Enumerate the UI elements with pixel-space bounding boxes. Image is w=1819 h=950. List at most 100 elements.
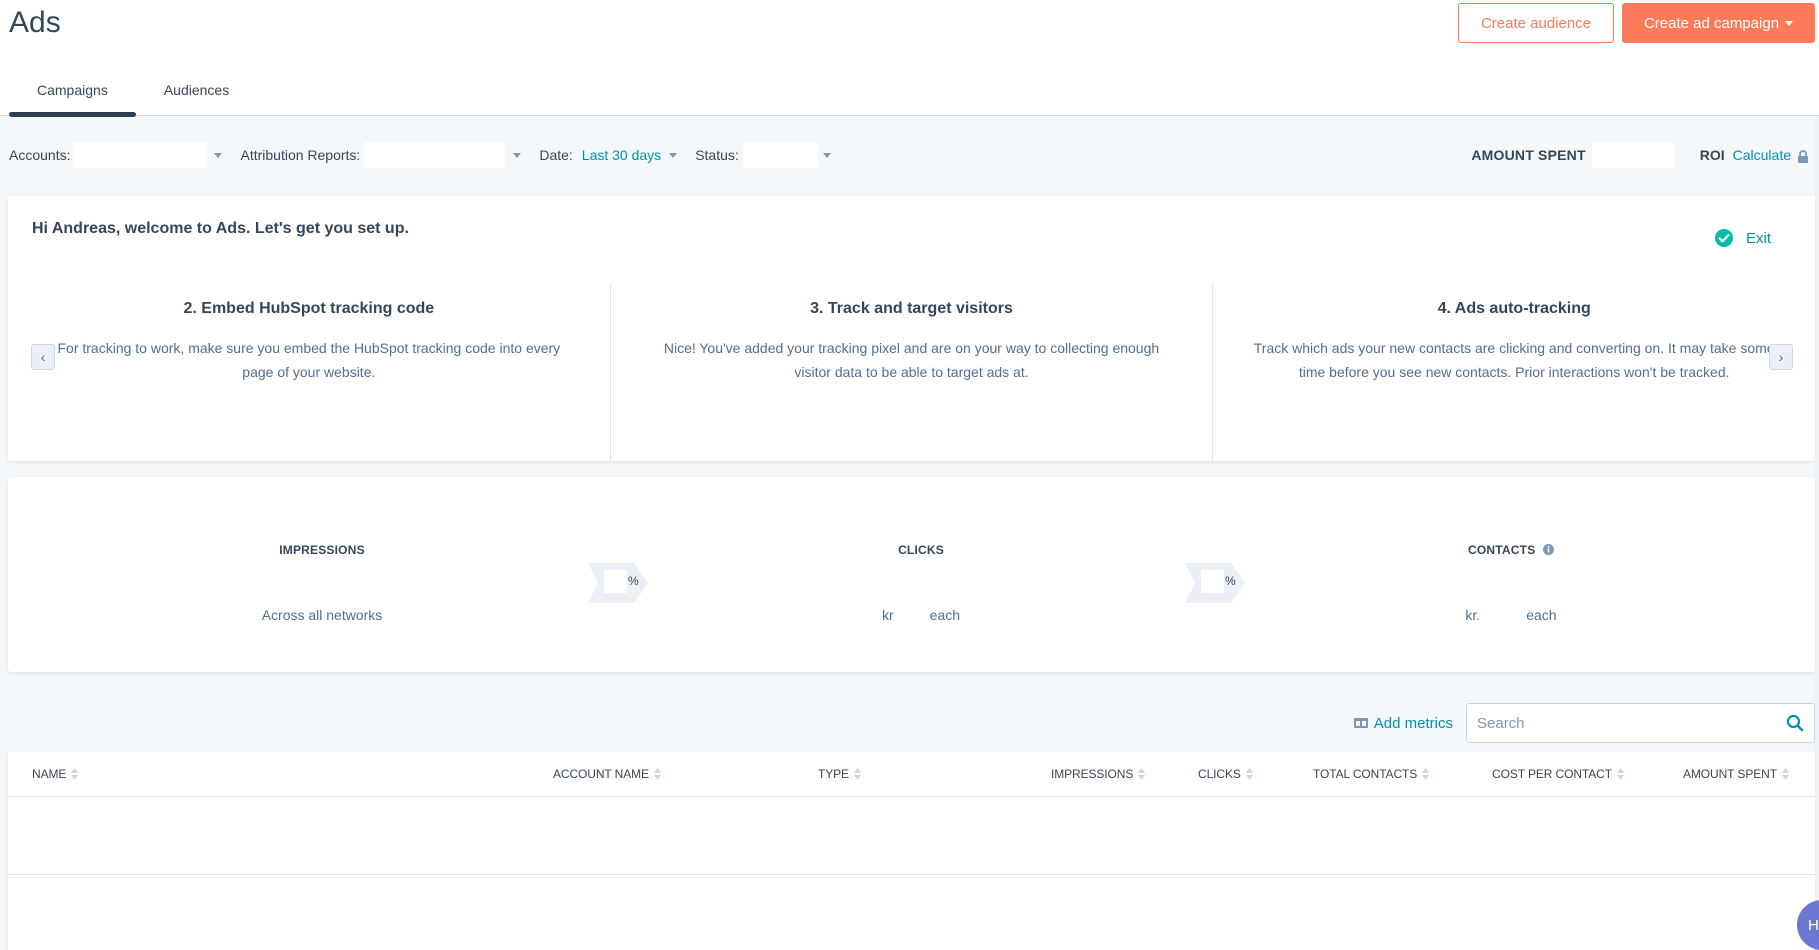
status-caret-icon[interactable] bbox=[822, 152, 831, 158]
clicks-title: CLICKS bbox=[898, 543, 944, 557]
column-header-label: COST PER CONTACT bbox=[1492, 767, 1612, 781]
sort-icon bbox=[653, 768, 661, 780]
add-metrics-button[interactable]: Add metrics bbox=[1353, 714, 1453, 732]
column-header-label: TYPE bbox=[818, 767, 849, 781]
step-description: For tracking to work, make sure you embe… bbox=[57, 340, 561, 380]
create-audience-label: Create audience bbox=[1480, 14, 1592, 32]
contacts-title-row: CONTACTS bbox=[1361, 543, 1661, 557]
rate-suffix: % bbox=[628, 574, 639, 588]
date-label: Date: bbox=[539, 147, 573, 163]
create-audience-button[interactable]: Create audience bbox=[1458, 3, 1614, 43]
status-select[interactable] bbox=[742, 142, 818, 168]
search-box bbox=[1466, 703, 1815, 743]
sort-icon bbox=[1138, 768, 1146, 780]
roi-calculate-link[interactable]: Calculate bbox=[1733, 147, 1791, 163]
table-row bbox=[8, 797, 1815, 875]
accounts-select[interactable] bbox=[74, 142, 207, 168]
sort-icon bbox=[71, 768, 79, 780]
sort-icon bbox=[1245, 768, 1253, 780]
check-circle-icon bbox=[1714, 229, 1733, 247]
column-header-label: ACCOUNT NAME bbox=[553, 767, 649, 781]
exit-onboarding-button[interactable]: Exit bbox=[1714, 228, 1771, 248]
sort-icon bbox=[1781, 768, 1789, 780]
accounts-caret-icon[interactable] bbox=[214, 152, 223, 158]
tab-campaigns-label: Campaigns bbox=[37, 82, 108, 98]
date-caret-icon[interactable] bbox=[669, 152, 678, 158]
table-header: NAME ACCOUNT NAME TYPE IMPRESSIONS CLICK… bbox=[8, 752, 1815, 797]
next-step-button[interactable]: › bbox=[1769, 344, 1793, 370]
tab-audiences[interactable]: Audiences bbox=[136, 78, 257, 116]
rate-value-box bbox=[1201, 570, 1224, 593]
column-header-total-contacts[interactable]: TOTAL CONTACTS bbox=[1313, 767, 1430, 781]
attribution-reports-select[interactable] bbox=[364, 142, 506, 168]
step-title: 4. Ads auto-tracking bbox=[1437, 300, 1591, 317]
add-metrics-label: Add metrics bbox=[1373, 714, 1453, 732]
sort-icon bbox=[1422, 768, 1430, 780]
contacts-cost: kr. each bbox=[1361, 607, 1661, 623]
clicks-to-contacts-rate: % bbox=[1185, 563, 1245, 603]
attribution-reports-label: Attribution Reports: bbox=[240, 147, 361, 163]
onboarding-step: 2. Embed HubSpot tracking code For track… bbox=[8, 284, 610, 461]
search-input[interactable] bbox=[1477, 714, 1786, 732]
info-icon[interactable] bbox=[1542, 544, 1554, 555]
step-title: 2. Embed HubSpot tracking code bbox=[183, 300, 435, 317]
campaigns-table: NAME ACCOUNT NAME TYPE IMPRESSIONS CLICK… bbox=[8, 752, 1815, 950]
sort-icon bbox=[853, 768, 861, 780]
tab-audiences-label: Audiences bbox=[163, 82, 230, 98]
column-header-impressions[interactable]: IMPRESSIONS bbox=[1051, 767, 1146, 781]
rate-value-box bbox=[604, 570, 627, 593]
clicks-currency: kr bbox=[881, 607, 894, 623]
create-ad-campaign-button[interactable]: Create ad campaign bbox=[1622, 3, 1815, 43]
welcome-message: Hi Andreas, welcome to Ads. Let's get yo… bbox=[32, 220, 409, 237]
page-scrollbar[interactable] bbox=[1815, 116, 1819, 950]
sort-icon bbox=[1616, 768, 1624, 780]
exit-label: Exit bbox=[1745, 229, 1771, 247]
create-ad-campaign-label: Create ad campaign bbox=[1643, 14, 1780, 32]
contacts-metric: CONTACTS kr. each bbox=[1361, 543, 1661, 623]
onboarding-step: 4. Ads auto-tracking Track which ads you… bbox=[1212, 284, 1815, 461]
search-icon[interactable] bbox=[1786, 714, 1804, 732]
amount-spent-value bbox=[1591, 142, 1674, 168]
column-header-label: IMPRESSIONS bbox=[1051, 767, 1134, 781]
contacts-title: CONTACTS bbox=[1468, 543, 1536, 557]
step-description: Track which ads your new contacts are cl… bbox=[1253, 340, 1775, 380]
help-label: H bbox=[1808, 916, 1819, 934]
caret-down-icon bbox=[1785, 20, 1794, 26]
impressions-title: IMPRESSIONS bbox=[279, 543, 365, 557]
top-bar: Ads Create audience Create ad campaign C… bbox=[0, 0, 1819, 117]
chevron-left-icon: ‹ bbox=[40, 349, 46, 365]
tab-bar: Campaigns Audiences bbox=[9, 78, 257, 117]
table-toolbar: Add metrics bbox=[1353, 703, 1815, 743]
tab-campaigns[interactable]: Campaigns bbox=[9, 78, 136, 117]
metrics-funnel-card: IMPRESSIONS Across all networks % CLICKS… bbox=[8, 477, 1815, 672]
column-header-name[interactable]: NAME bbox=[32, 767, 79, 781]
onboarding-steps: 2. Embed HubSpot tracking code For track… bbox=[8, 284, 1815, 461]
contacts-currency: kr. bbox=[1465, 607, 1481, 623]
clicks-cost: kr each bbox=[771, 607, 1071, 623]
impressions-subtitle: Across all networks bbox=[261, 607, 383, 623]
contacts-per: each bbox=[1526, 607, 1557, 623]
column-header-type[interactable]: TYPE bbox=[818, 767, 861, 781]
amount-spent-summary: AMOUNT SPENT ROI Calculate bbox=[1471, 142, 1809, 168]
column-header-label: AMOUNT SPENT bbox=[1683, 767, 1777, 781]
page-title: Ads bbox=[9, 6, 61, 39]
chevron-right-icon: › bbox=[1778, 349, 1784, 365]
accounts-label: Accounts: bbox=[9, 147, 71, 163]
step-description: Nice! You've added your tracking pixel a… bbox=[663, 340, 1160, 380]
column-header-account-name[interactable]: ACCOUNT NAME bbox=[553, 767, 661, 781]
impressions-metric: IMPRESSIONS Across all networks bbox=[172, 543, 472, 623]
attribution-caret-icon[interactable] bbox=[513, 152, 522, 158]
clicks-metric: CLICKS kr each bbox=[771, 543, 1071, 623]
onboarding-card: Hi Andreas, welcome to Ads. Let's get yo… bbox=[8, 196, 1815, 461]
onboarding-step: 3. Track and target visitors Nice! You'v… bbox=[609, 284, 1213, 461]
column-header-amount-spent[interactable]: AMOUNT SPENT bbox=[1683, 767, 1789, 781]
roi-label: ROI bbox=[1699, 147, 1725, 163]
column-header-clicks[interactable]: CLICKS bbox=[1198, 767, 1253, 781]
column-header-cost-per-contact[interactable]: COST PER CONTACT bbox=[1492, 767, 1624, 781]
columns-icon bbox=[1353, 718, 1368, 728]
status-label: Status: bbox=[695, 147, 739, 163]
date-select[interactable]: Last 30 days bbox=[582, 147, 661, 163]
impressions-to-clicks-rate: % bbox=[588, 563, 648, 603]
amount-spent-label: AMOUNT SPENT bbox=[1471, 147, 1586, 163]
previous-step-button[interactable]: ‹ bbox=[31, 344, 55, 370]
